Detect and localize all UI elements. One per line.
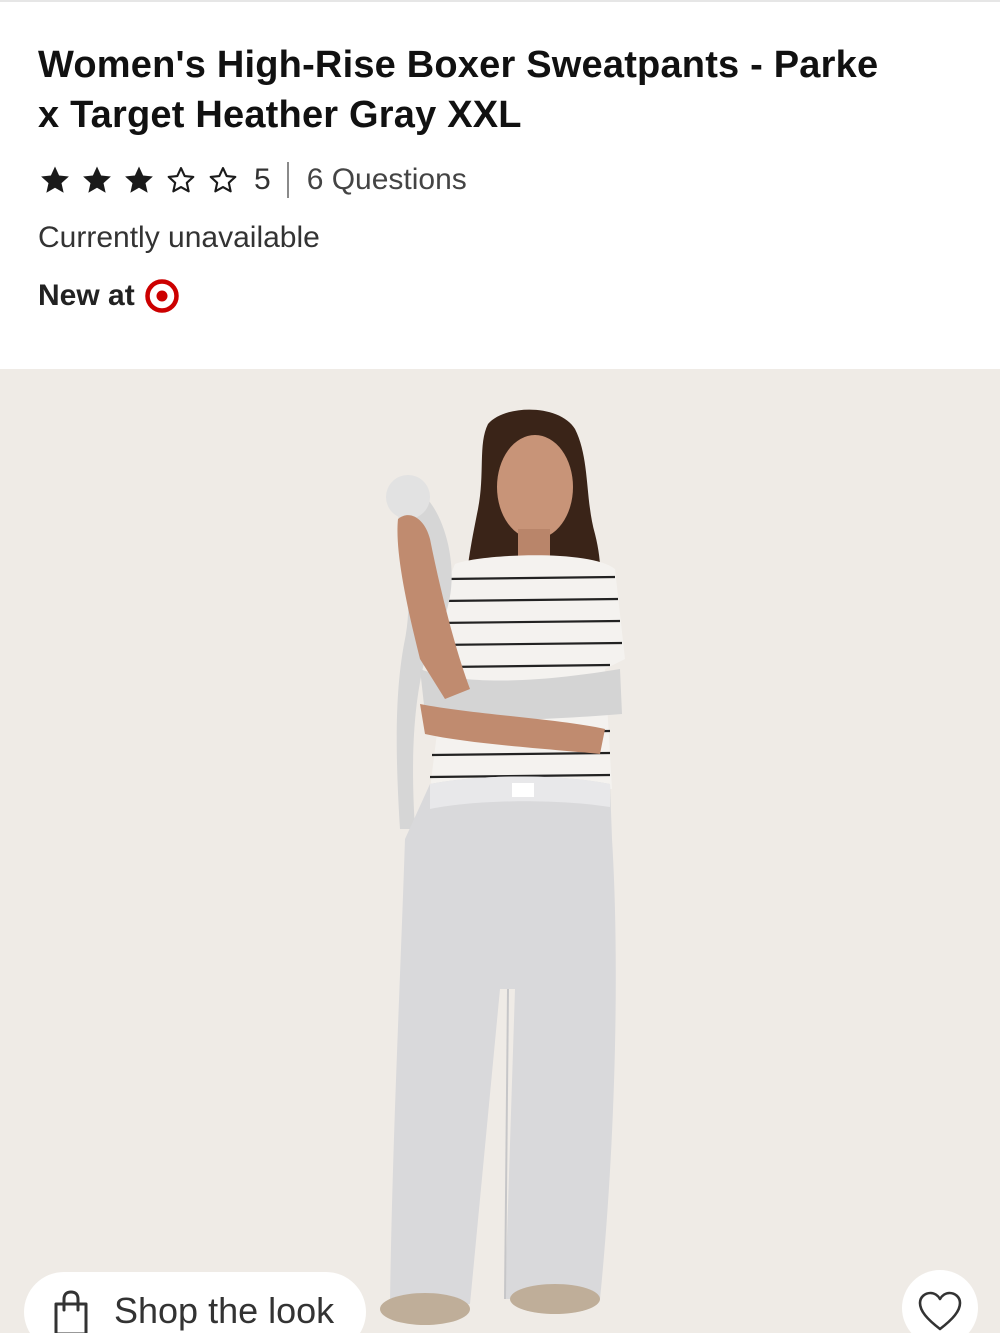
product-image[interactable] (0, 369, 1000, 1333)
star-filled-icon (80, 163, 114, 197)
heart-outline-icon (918, 1291, 962, 1331)
star-outline-icon (164, 163, 198, 197)
model-photo (380, 409, 625, 1325)
new-at-label: New at (38, 279, 135, 312)
review-count[interactable]: 5 (254, 163, 271, 197)
star-outline-icon (206, 163, 240, 197)
star-filled-icon (38, 163, 72, 197)
product-title: Women's High-Rise Boxer Sweatpants - Par… (38, 40, 978, 140)
product-title-line-2: x Target Heather Gray XXL (38, 94, 522, 136)
star-rating[interactable] (38, 163, 248, 197)
rating-row: 5 6 Questions (38, 160, 978, 200)
target-bullseye-icon (144, 279, 179, 313)
questions-link[interactable]: 6 Questions (307, 163, 467, 197)
star-filled-icon (122, 163, 156, 197)
shop-the-look-label: Shop the look (114, 1290, 335, 1331)
shopping-bag-icon (52, 1290, 90, 1333)
shop-the-look-button[interactable]: Shop the look (24, 1272, 366, 1333)
new-at-badge: New at (38, 276, 978, 316)
rating-divider (286, 162, 289, 198)
product-info: Women's High-Rise Boxer Sweatpants - Par… (38, 40, 978, 316)
top-divider (0, 0, 1000, 2)
availability-status: Currently unavailable (38, 221, 320, 254)
product-title-line-1: Women's High-Rise Boxer Sweatpants - Par… (38, 44, 879, 86)
